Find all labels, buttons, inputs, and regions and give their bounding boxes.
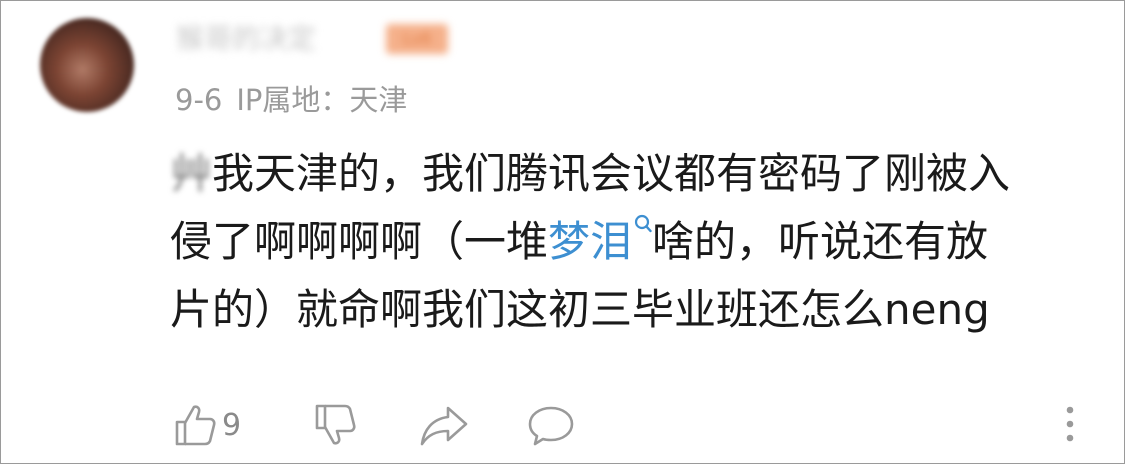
username[interactable]: 猴哥的决定	[176, 24, 316, 54]
comment-meta: 9-6 IP属地：天津	[175, 77, 407, 119]
more-icon[interactable]	[1062, 402, 1078, 446]
comment-line-3: 片的）就命啊我们这初三毕业班还怎么neng	[170, 285, 990, 334]
comment-icon[interactable]	[526, 402, 576, 448]
comment-actions: 9	[172, 402, 1092, 452]
thumbs-down-icon[interactable]	[312, 402, 358, 448]
keyword-text[interactable]: 梦泪	[548, 217, 632, 266]
blurred-character: 艸	[170, 149, 213, 198]
comment-text: 艸我天津的，我们腾讯会议都有密码了刚被入 侵了啊啊啊啊（一堆梦泪 啥的，听说还有放…	[170, 140, 1090, 344]
comment-line-2-suffix: 啥的，听说还有放	[652, 217, 989, 266]
avatar[interactable]	[40, 18, 134, 112]
more-options-button[interactable]	[1062, 402, 1078, 446]
comment-line-2: 侵了啊啊啊啊（一堆梦泪 啥的，听说还有放	[170, 208, 1090, 276]
like-button[interactable]: 9	[172, 402, 241, 448]
share-icon[interactable]	[418, 402, 470, 448]
thumbs-up-icon[interactable]	[172, 402, 218, 448]
reply-button[interactable]	[526, 402, 576, 448]
dislike-button[interactable]	[312, 402, 358, 448]
share-button[interactable]	[418, 402, 470, 448]
user-level-badge: Lv6	[386, 24, 448, 54]
comment-line-2-prefix: 侵了啊啊啊啊（一堆	[170, 217, 549, 266]
like-count: 9	[222, 407, 242, 443]
search-icon[interactable]	[634, 214, 652, 236]
comment-date: 9-6	[175, 83, 223, 117]
ip-location: IP属地：天津	[236, 83, 408, 117]
comment-line-1: 艸我天津的，我们腾讯会议都有密码了刚被入	[170, 140, 1090, 208]
comment-line-1-text: 我天津的，我们腾讯会议都有密码了刚被入	[212, 149, 1011, 198]
keyword-link[interactable]: 梦泪	[548, 214, 652, 266]
